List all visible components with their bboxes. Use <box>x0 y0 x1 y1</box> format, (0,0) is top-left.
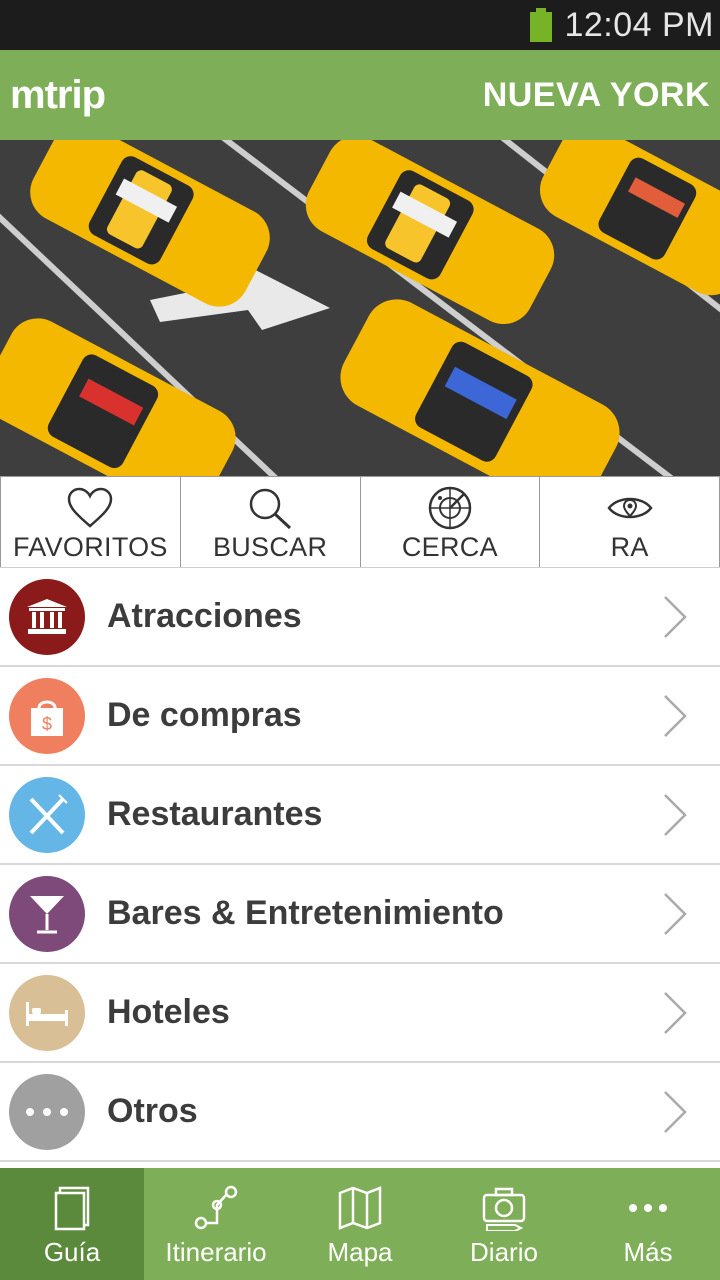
nav-diario[interactable]: Diario <box>432 1168 576 1280</box>
route-icon <box>194 1185 238 1230</box>
category-label: Restaurantes <box>107 795 323 833</box>
favoritos-button[interactable]: FAVORITOS <box>0 477 181 567</box>
status-time: 12:04 PM <box>564 5 714 44</box>
cutlery-icon <box>9 776 85 853</box>
chevron-right-icon <box>664 793 687 836</box>
category-list: Atracciones $ De compras Restaurantes Ba… <box>0 568 720 1162</box>
bed-icon <box>9 974 85 1051</box>
category-row-restaurantes[interactable]: Restaurantes <box>0 766 720 865</box>
nav-label: Mapa <box>327 1237 393 1267</box>
svg-text:$: $ <box>42 714 52 734</box>
chevron-right-icon <box>664 595 687 638</box>
category-row-bares[interactable]: Bares & Entretenimiento <box>0 865 720 964</box>
nav-label: Itinerario <box>165 1237 267 1267</box>
heart-icon <box>68 487 113 528</box>
battery-icon <box>530 8 553 42</box>
nav-guia[interactable]: Guía <box>0 1168 144 1280</box>
category-label: Bares & Entretenimiento <box>107 894 504 932</box>
nav-mas[interactable]: Más <box>576 1168 720 1280</box>
shopping-bag-icon: $ <box>9 677 85 754</box>
taxi-street-illustration <box>0 140 720 476</box>
buscar-button[interactable]: BUSCAR <box>181 477 361 567</box>
cerca-label: CERCA <box>401 532 498 562</box>
favoritos-label: FAVORITOS <box>13 532 168 562</box>
category-label: De compras <box>107 696 302 734</box>
category-label: Atracciones <box>107 597 302 635</box>
nav-itinerario[interactable]: Itinerario <box>144 1168 288 1280</box>
ra-button[interactable]: RA <box>540 477 720 567</box>
more-dots-icon <box>629 1204 667 1212</box>
app-header: mtrip NUEVA YORK <box>0 50 720 140</box>
city-title[interactable]: NUEVA YORK <box>483 76 710 115</box>
app-logo: mtrip <box>10 72 106 117</box>
category-row-otros[interactable]: Otros <box>0 1063 720 1162</box>
search-icon <box>249 488 292 530</box>
category-label: Hoteles <box>107 993 230 1031</box>
eye-icon <box>607 497 653 519</box>
museum-icon <box>9 578 85 655</box>
category-row-atracciones[interactable]: Atracciones <box>0 568 720 667</box>
bottom-nav: Guía Itinerario Mapa Diario Más <box>0 1168 720 1280</box>
radar-icon <box>428 486 472 530</box>
cerca-button[interactable]: CERCA <box>361 477 541 567</box>
hero-image <box>0 140 720 476</box>
camera-icon <box>482 1187 526 1231</box>
map-icon <box>338 1186 382 1230</box>
nav-label: Más <box>623 1237 673 1267</box>
nav-mapa[interactable]: Mapa <box>288 1168 432 1280</box>
quick-actions-bar: FAVORITOS BUSCAR CERCA RA <box>0 476 720 568</box>
more-icon <box>9 1073 85 1150</box>
book-icon <box>54 1186 90 1231</box>
chevron-right-icon <box>664 892 687 935</box>
chevron-right-icon <box>664 1090 687 1133</box>
chevron-right-icon <box>664 991 687 1034</box>
category-label: Otros <box>107 1092 198 1130</box>
nav-label: Guía <box>43 1237 101 1267</box>
ra-label: RA <box>610 532 649 562</box>
buscar-label: BUSCAR <box>212 532 328 562</box>
chevron-right-icon <box>664 694 687 737</box>
cocktail-icon <box>9 875 85 952</box>
status-bar: 12:04 PM <box>0 0 720 50</box>
category-row-hoteles[interactable]: Hoteles <box>0 964 720 1063</box>
nav-label: Diario <box>470 1237 538 1267</box>
category-row-de-compras[interactable]: $ De compras <box>0 667 720 766</box>
